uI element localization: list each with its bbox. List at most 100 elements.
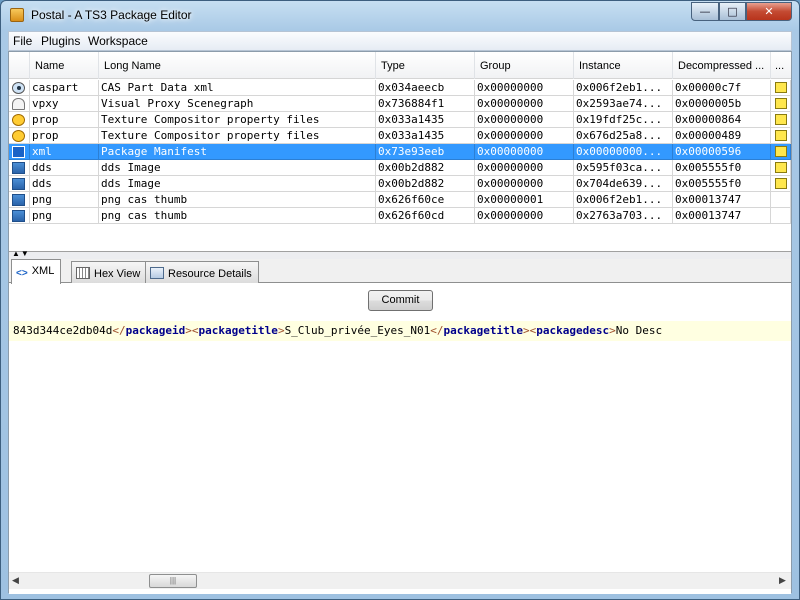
table-row[interactable]: dds dds Image 0x00b2d882 0x00000000 0x595f03… — [9, 160, 791, 176]
row-icon-cell — [9, 144, 30, 160]
eye-icon — [12, 82, 25, 94]
cell-name: dds — [30, 176, 99, 192]
cell-name: caspart — [30, 80, 99, 96]
menu-plugins[interactable]: Plugins — [41, 34, 80, 48]
cell-decompressed: 0x005555f0 — [673, 160, 771, 176]
cell-name: vpxy — [30, 96, 99, 112]
image-icon — [12, 194, 25, 206]
cell-long-name: dds Image — [99, 176, 376, 192]
table-row[interactable]: xml Package Manifest 0x73e93eeb 0x00000000 0… — [9, 144, 791, 160]
image-icon — [12, 162, 25, 174]
cell-flag — [771, 128, 791, 144]
cell-type: 0x00b2d882 — [376, 160, 475, 176]
cell-decompressed: 0x0000005b — [673, 96, 771, 112]
resource-table: Name Long Name Type Group Instance Decom… — [9, 52, 791, 252]
column-header-type[interactable]: Type — [376, 52, 475, 79]
splitter-handle[interactable]: ▲▼ — [9, 249, 791, 259]
scrollbar-thumb[interactable]: ||| — [149, 574, 197, 588]
cell-decompressed: 0x00013747 — [673, 208, 771, 224]
cell-long-name: dds Image — [99, 160, 376, 176]
tab-resource-details[interactable]: Resource Details — [145, 261, 259, 283]
cell-decompressed: 0x00000596 — [673, 144, 771, 160]
cell-name: dds — [30, 160, 99, 176]
row-icon-cell — [9, 192, 30, 208]
cell-group: 0x00000000 — [475, 144, 574, 160]
column-header-more[interactable]: ... — [771, 52, 791, 79]
column-header-instance[interactable]: Instance — [574, 52, 673, 79]
table-row[interactable]: prop Texture Compositor property files 0x0… — [9, 112, 791, 128]
menu-workspace[interactable]: Workspace — [88, 34, 148, 48]
cell-group: 0x00000000 — [475, 128, 574, 144]
maximize-button[interactable]: □ — [719, 2, 746, 21]
xml-bracket: > — [609, 324, 616, 337]
xml-bracket: </ — [112, 324, 126, 337]
xml-panel: Commit 843d344ce2db04d</packageid><packa… — [9, 283, 791, 594]
resource-flag-icon — [775, 178, 787, 189]
xml-text: No Desc — [615, 324, 663, 337]
smiley-icon — [12, 114, 25, 126]
cell-flag — [771, 80, 791, 96]
xml-bracket: > — [185, 324, 192, 337]
cell-flag — [771, 144, 791, 160]
row-icon-cell — [9, 112, 30, 128]
xml-bracket: > — [523, 324, 530, 337]
resource-details-icon — [150, 267, 164, 279]
resource-flag-icon — [775, 82, 787, 93]
cell-long-name: png cas thumb — [99, 208, 376, 224]
cell-decompressed: 0x00000c7f — [673, 80, 771, 96]
xml-tab-icon: <> — [16, 268, 28, 279]
cell-flag — [771, 160, 791, 176]
hex-grid-icon — [76, 267, 90, 279]
cell-type: 0x033a1435 — [376, 112, 475, 128]
cell-decompressed: 0x005555f0 — [673, 176, 771, 192]
tab-xml[interactable]: <> XML — [11, 259, 62, 284]
column-header-name[interactable]: Name — [30, 52, 99, 79]
image-icon — [12, 178, 25, 190]
table-row[interactable]: dds dds Image 0x00b2d882 0x00000000 0x704de6… — [9, 176, 791, 192]
cell-group: 0x00000000 — [475, 176, 574, 192]
row-icon-cell — [9, 160, 30, 176]
cell-group: 0x00000000 — [475, 112, 574, 128]
cell-instance: 0x006f2eb1... — [574, 80, 673, 96]
minimize-button[interactable]: — — [691, 2, 719, 21]
table-row[interactable]: png png cas thumb 0x626f60cd 0x00000000 0x27… — [9, 208, 791, 224]
xml-tag-name: packagetitle — [443, 324, 523, 337]
cell-flag — [771, 112, 791, 128]
table-row[interactable]: png png cas thumb 0x626f60ce 0x00000001 0x00… — [9, 192, 791, 208]
tab-hex-view[interactable]: Hex View — [71, 261, 148, 283]
scroll-left-arrow-icon[interactable]: ◀ — [12, 575, 19, 586]
cell-long-name: Texture Compositor property files — [99, 128, 376, 144]
resource-flag-icon — [775, 98, 787, 109]
cell-decompressed: 0x00013747 — [673, 192, 771, 208]
cell-name: png — [30, 208, 99, 224]
cell-instance: 0x2593ae74... — [574, 96, 673, 112]
close-button[interactable]: ✕ — [746, 2, 792, 21]
cell-flag — [771, 176, 791, 192]
table-row[interactable]: prop Texture Compositor property files 0x0… — [9, 128, 791, 144]
horizontal-scrollbar[interactable]: ◀ ||| ▶ — [9, 572, 791, 589]
xml-text: S_Club_privée_Eyes_N01 — [284, 324, 431, 337]
cell-type: 0x00b2d882 — [376, 176, 475, 192]
resource-flag-icon — [775, 162, 787, 173]
cell-name: prop — [30, 128, 99, 144]
column-header-decompressed[interactable]: Decompressed ... — [673, 52, 771, 79]
table-row[interactable]: caspart CAS Part Data xml 0x034aeecb 0x0000… — [9, 80, 791, 96]
tab-label: Hex View — [94, 268, 141, 280]
cell-group: 0x00000001 — [475, 192, 574, 208]
menu-bar: File Plugins Workspace — [8, 31, 792, 51]
xml-editor-line[interactable]: 843d344ce2db04d</packageid><packagetitle… — [9, 321, 791, 341]
splitter-arrows-icon[interactable]: ▲▼ — [12, 249, 30, 258]
menu-file[interactable]: File — [13, 34, 32, 48]
xml-bracket: > — [277, 324, 285, 337]
cell-type: 0x736884f1 — [376, 96, 475, 112]
column-header-long-name[interactable]: Long Name — [99, 52, 376, 79]
column-header-group[interactable]: Group — [475, 52, 574, 79]
scroll-right-arrow-icon[interactable]: ▶ — [779, 575, 786, 586]
package-app-icon — [10, 8, 24, 22]
title-bar[interactable]: Postal - A TS3 Package Editor — □ ✕ — [1, 1, 799, 31]
cell-long-name: Visual Proxy Scenegraph — [99, 96, 376, 112]
smiley-icon — [12, 130, 25, 142]
table-row[interactable]: vpxy Visual Proxy Scenegraph 0x736884f1 0x0… — [9, 96, 791, 112]
commit-button[interactable]: Commit — [368, 290, 433, 311]
xml-text: 843d344ce2db04d — [13, 324, 113, 337]
